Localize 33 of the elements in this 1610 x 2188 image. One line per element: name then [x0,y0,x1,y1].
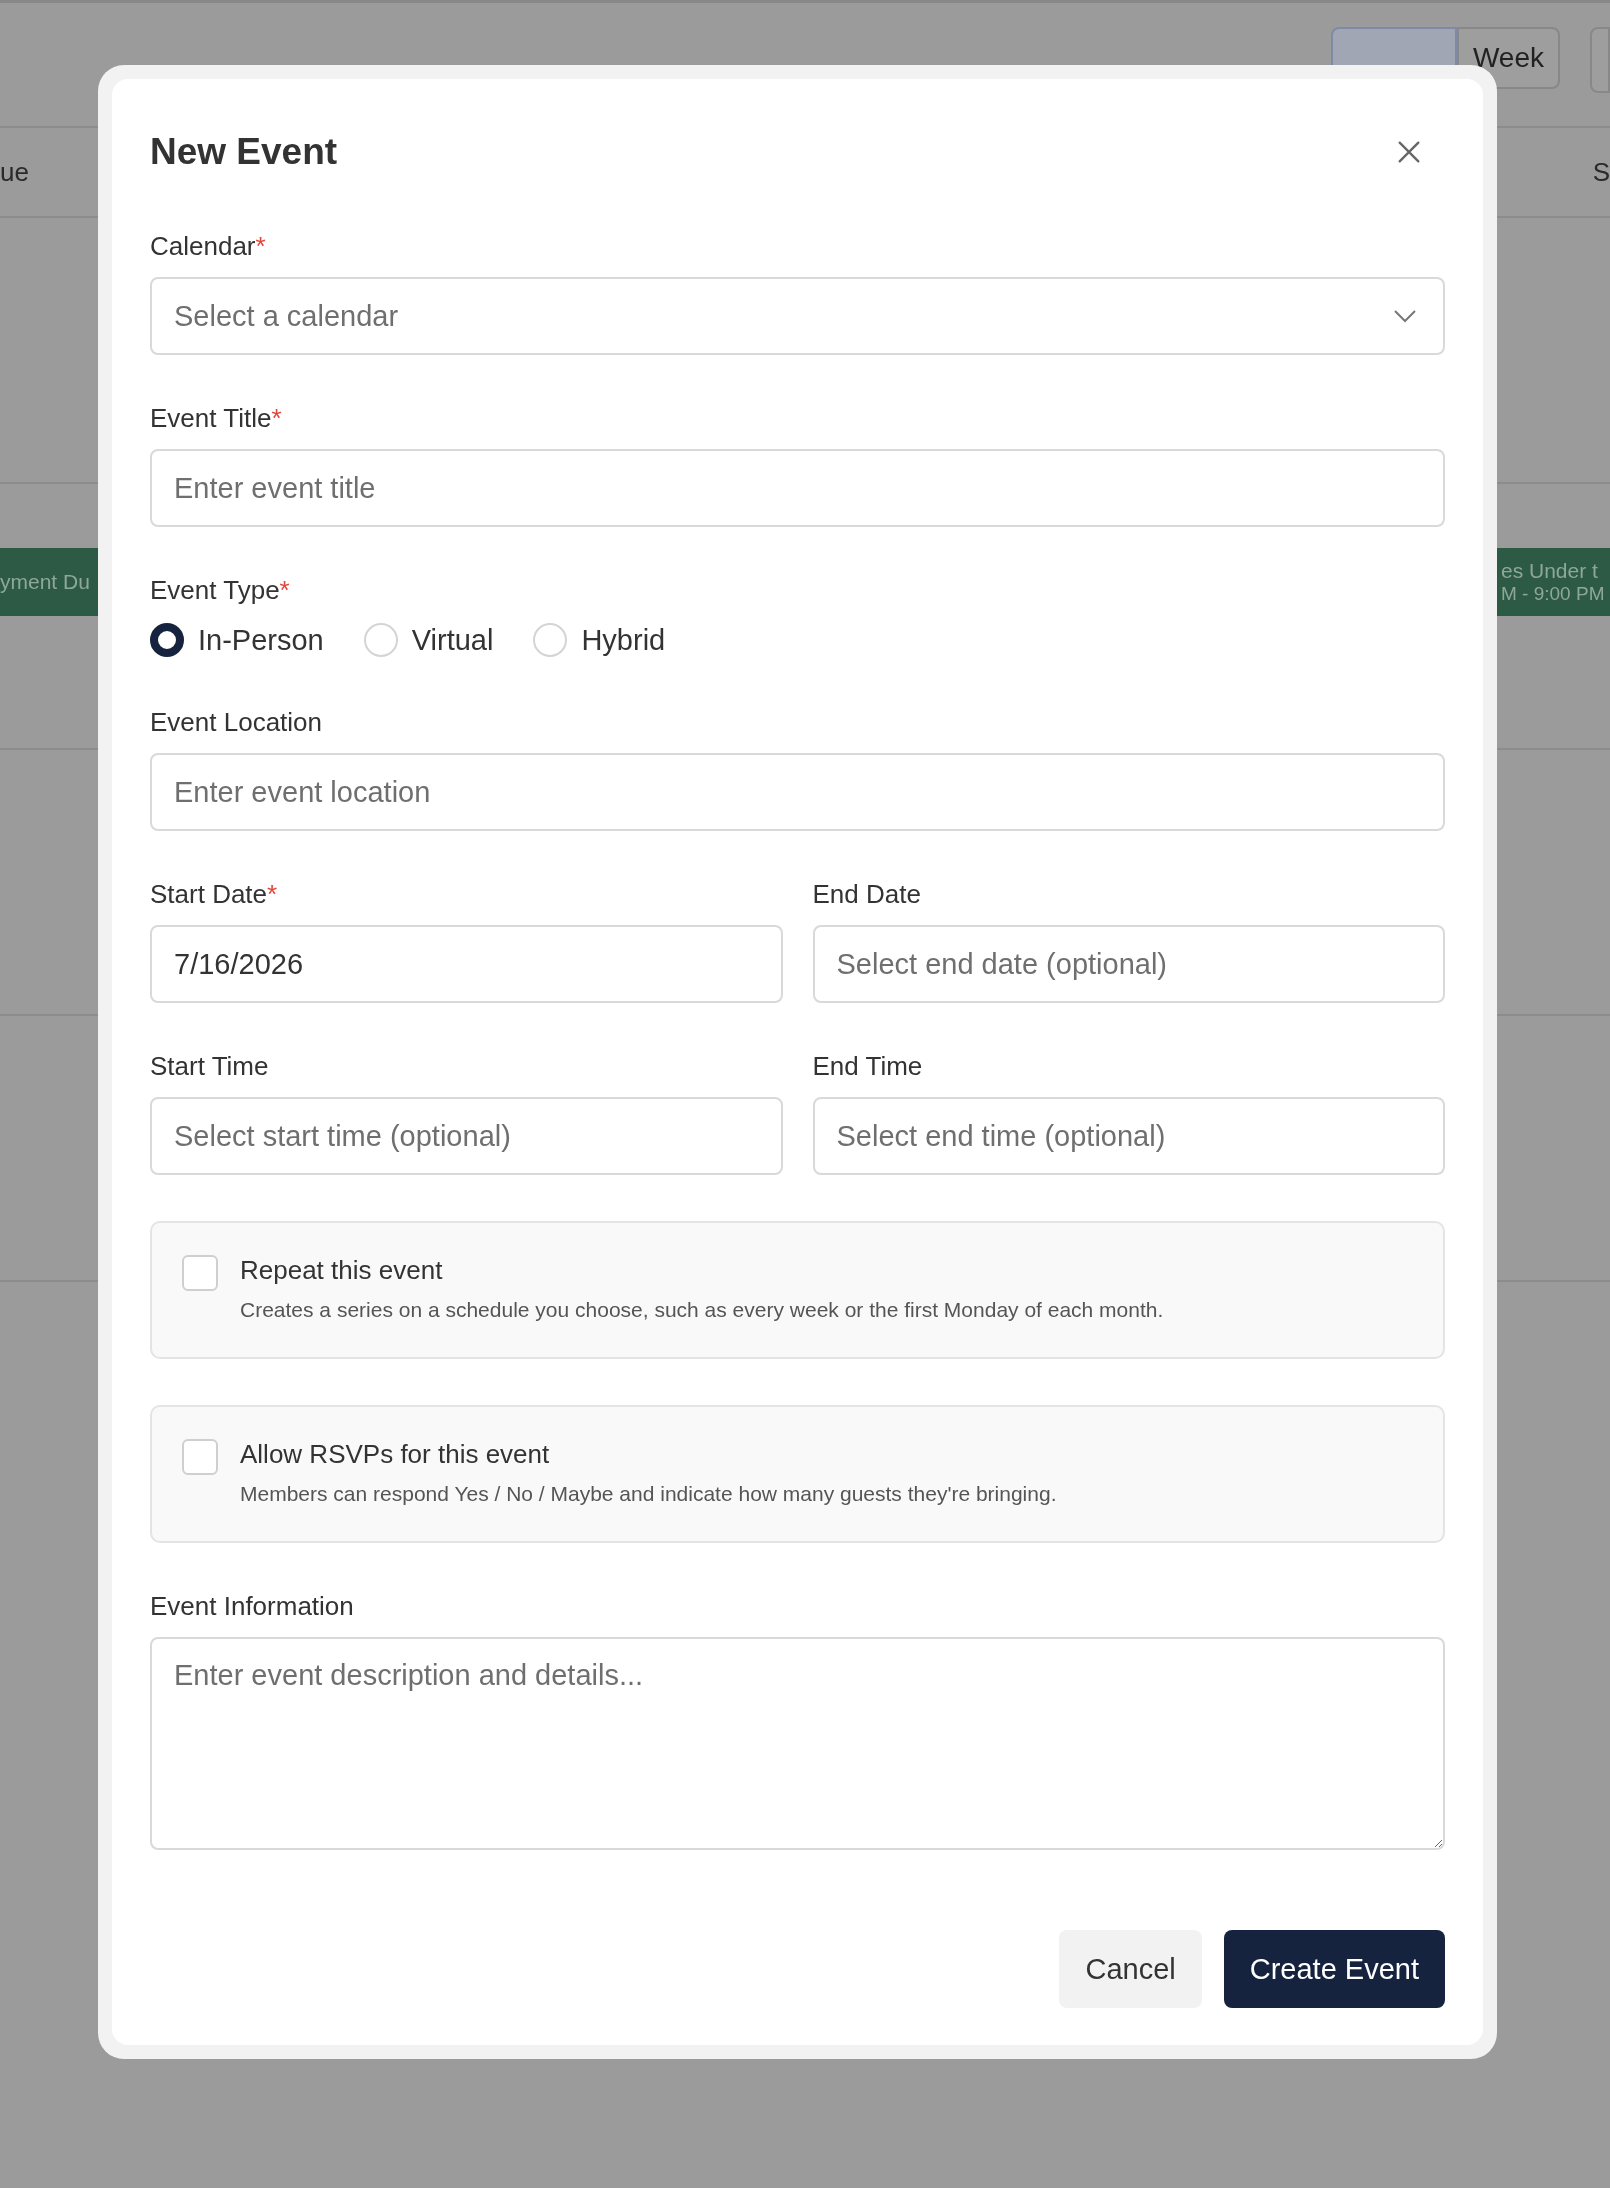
field-label: Start Date* [150,878,279,911]
field-label: Start Time [150,1050,270,1083]
checkbox[interactable] [182,1439,218,1475]
radio-button[interactable] [150,623,184,657]
field-label: End Date [812,878,922,911]
option-title: Repeat this event [240,1255,444,1286]
radio-label[interactable]: Virtual [411,623,494,657]
chevron-down-icon [1393,309,1417,323]
cancel-button[interactable]: Cancel [1059,1930,1202,2008]
field-label: Event Title* [150,402,283,435]
input-field[interactable]: Select start time (optional) [150,1097,783,1175]
dialog-title: New Event [150,131,338,173]
option-title: Allow RSVPs for this event [240,1439,551,1470]
create-button[interactable]: Create Event [1223,1930,1445,2008]
option-description: Members can respond Yes / No / Maybe and indicate how many guests they're bringing. [240,1482,1057,1506]
input-field[interactable]: Select end date (optional) [812,925,1445,1003]
input-field[interactable]: 7/16/2026 [150,925,783,1003]
input-field[interactable]: Enter event title [150,449,1445,527]
radio-label[interactable]: In-Person [198,623,324,657]
field-label: Event Location [150,706,323,739]
select-field[interactable]: Select a calendar [150,277,1445,355]
day-header: ue [0,156,29,188]
field-label: Calendar* [150,230,267,263]
checkbox[interactable] [182,1255,218,1291]
field-label: End Time [812,1050,924,1083]
field-label: Event Type* [150,574,291,607]
day-header: S [1592,156,1610,188]
option-description: Creates a series on a schedule you choose, such as every week or the first Monday of each month. [240,1298,1164,1322]
field-label: Event Information [150,1590,355,1623]
textarea-field[interactable]: Enter event description and details... [150,1637,1445,1850]
input-field[interactable]: Enter event location [150,753,1445,831]
input-field[interactable]: Select end time (optional) [812,1097,1445,1175]
radio-label[interactable]: Hybrid [581,623,666,657]
